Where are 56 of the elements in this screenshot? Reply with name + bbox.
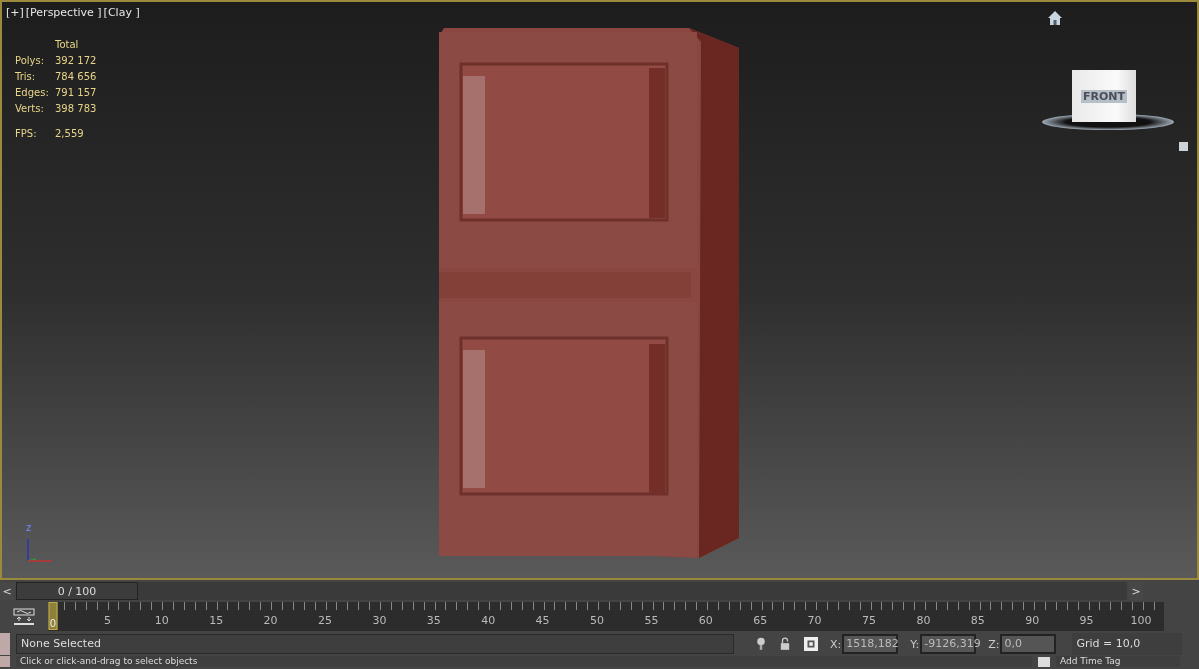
frame-number: 5 xyxy=(103,614,111,627)
frame-number: 45 xyxy=(535,614,550,627)
viewport[interactable]: [+] [Perspective ] [Clay ] Total Polys: 392 172 Tris: 784 656 Edges: 791 157 Verts: 398 783 FPS: 2,559 FRONT z xyxy=(0,0,1199,580)
frame-number: 60 xyxy=(698,614,713,627)
frame-number: 90 xyxy=(1025,614,1040,627)
coordinate-label: X: xyxy=(830,637,842,651)
viewcube[interactable]: FRONT xyxy=(1042,70,1174,134)
stats-header: Total xyxy=(55,38,80,51)
viewcube-cube[interactable]: FRONT xyxy=(1072,70,1136,122)
stats-value: 784 656 xyxy=(55,70,97,83)
z-coordinate-field[interactable]: 0,0 xyxy=(1000,634,1057,654)
stats-value: 791 157 xyxy=(55,86,97,99)
time-slider-thumb[interactable]: 0 / 100 xyxy=(16,582,138,600)
stats-value: 398 783 xyxy=(55,102,97,115)
stats-label: Polys: xyxy=(15,54,46,67)
fps-label: FPS: xyxy=(15,127,38,140)
frame-number: 65 xyxy=(753,614,768,627)
frame-number: 70 xyxy=(807,614,822,627)
stats-label: Edges: xyxy=(15,86,50,99)
coordinate-label: Y: xyxy=(910,637,920,651)
lock-icon[interactable] xyxy=(780,636,790,652)
frame-number: 95 xyxy=(1079,614,1094,627)
x-coordinate-field[interactable]: 1518,182 xyxy=(842,634,899,654)
frame-number: 15 xyxy=(209,614,224,627)
viewcube-face-label: FRONT xyxy=(1080,89,1127,103)
frame-number: 20 xyxy=(263,614,278,627)
curve-editor-icon[interactable] xyxy=(13,607,35,626)
axis-label: z xyxy=(26,522,32,533)
home-icon[interactable] xyxy=(1047,10,1063,26)
viewport-view-label[interactable]: [Perspective ] xyxy=(25,6,102,19)
frame-number: 55 xyxy=(644,614,659,627)
frame-number: 50 xyxy=(590,614,604,627)
stats-label: Tris: xyxy=(15,70,37,83)
transform-mode-icon[interactable] xyxy=(804,637,818,651)
viewport-shading-label[interactable]: [Clay ] xyxy=(103,6,140,19)
grid-size-field: Grid = 10,0 xyxy=(1072,633,1183,655)
frame-number: 40 xyxy=(481,614,496,627)
frame-number: 25 xyxy=(318,614,332,627)
frame-number: 80 xyxy=(916,614,931,627)
frame-number: 35 xyxy=(426,614,441,627)
stats-label: Verts: xyxy=(15,102,45,115)
time-tag-field[interactable]: Add Time Tag xyxy=(1056,656,1180,667)
time-slider-track[interactable]: 0 / 100 xyxy=(16,582,1127,600)
frame-number: 100 xyxy=(1130,614,1152,627)
coordinate-label: Z: xyxy=(988,637,1000,651)
selection-field: None Selected xyxy=(16,634,734,654)
frame-number: 30 xyxy=(372,614,387,627)
frame-number: 75 xyxy=(862,614,876,627)
time-slider-thumb[interactable]: 0 xyxy=(48,602,58,630)
viewport-menu-label[interactable]: [+] xyxy=(6,6,24,19)
frame-number: 10 xyxy=(154,614,169,627)
timeline-track[interactable]: 0 5 10 15 20 25 30 35 40 45 50 55 60 65 70 75 80 85 90 95 100 xyxy=(48,602,1164,631)
stats-value: 392 172 xyxy=(55,54,97,67)
lightbulb-icon[interactable] xyxy=(756,636,766,652)
fps-value: 2,559 xyxy=(55,127,85,140)
frame-number: 85 xyxy=(970,614,985,627)
